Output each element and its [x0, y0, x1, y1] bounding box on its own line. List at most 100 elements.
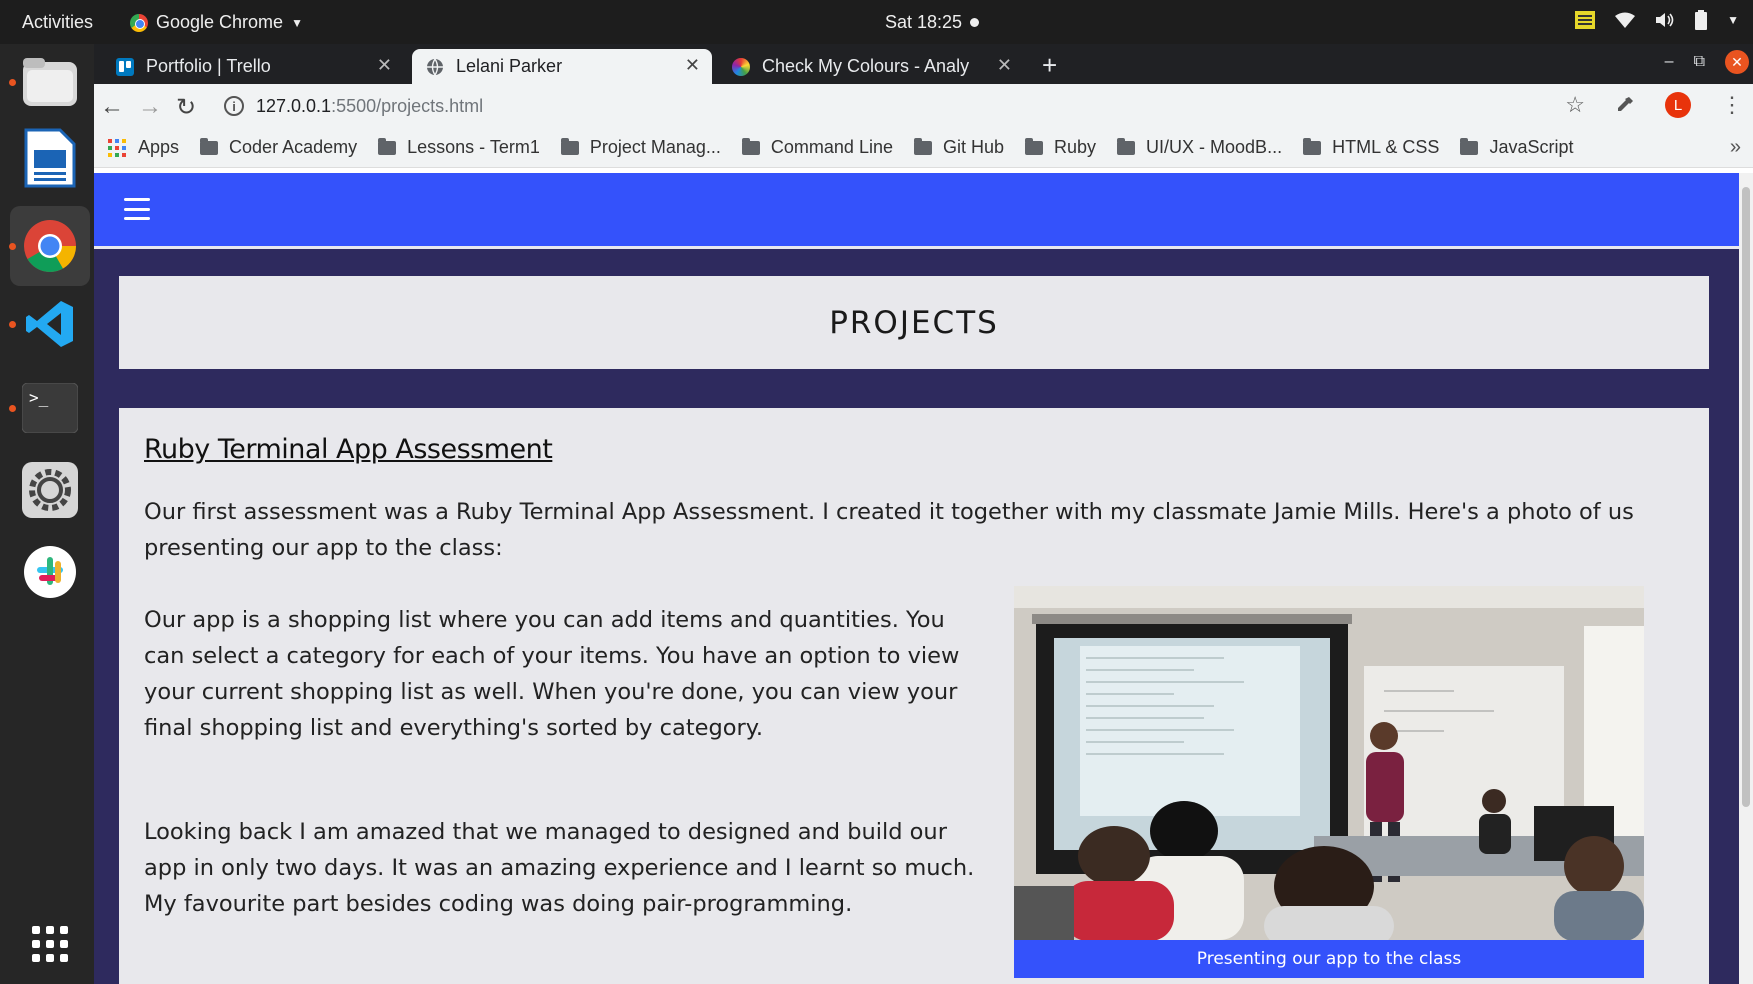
- tab-title: Portfolio | Trello: [146, 56, 271, 76]
- system-tray[interactable]: ▼: [1575, 10, 1739, 30]
- clock-label: Sat 18:25: [885, 12, 963, 32]
- bookmark-folder[interactable]: UI/UX - MoodB...: [1117, 137, 1282, 158]
- site-info-icon[interactable]: i: [224, 96, 244, 116]
- bookmark-label: Ruby: [1054, 137, 1097, 157]
- back-arrow-icon[interactable]: ←: [100, 93, 124, 121]
- close-tab-icon[interactable]: ✕: [685, 55, 700, 76]
- clock[interactable]: Sat 18:25: [885, 12, 980, 33]
- libreoffice-writer-icon: [24, 128, 76, 188]
- volume-icon[interactable]: [1655, 11, 1675, 29]
- eyedropper-extension-icon[interactable]: [1615, 95, 1635, 115]
- globe-icon: [427, 58, 443, 75]
- folder-icon: [200, 137, 219, 155]
- terminal-icon: >_: [22, 383, 78, 433]
- tab-strip: Portfolio | Trello ✕ Lelani Parker ✕ Che…: [94, 44, 1753, 84]
- forward-arrow-icon[interactable]: →: [138, 93, 162, 121]
- bookmark-folder[interactable]: Ruby: [1025, 137, 1096, 158]
- profile-avatar[interactable]: L: [1665, 92, 1691, 118]
- dock-terminal[interactable]: >_: [20, 378, 80, 438]
- address-bar[interactable]: i 127.0.0.1:5500/projects.html: [224, 90, 1619, 122]
- bookmark-folder[interactable]: Project Manag...: [560, 137, 721, 158]
- project-reflection: Looking back I am amazed that we managed…: [144, 819, 975, 917]
- bookmark-folder[interactable]: Command Line: [741, 137, 893, 158]
- tab-title: Lelani Parker: [456, 56, 563, 76]
- minimize-icon[interactable]: –: [1665, 53, 1674, 71]
- scrollbar-thumb[interactable]: [1742, 187, 1750, 807]
- folder-icon: [913, 137, 932, 155]
- bookmark-folder[interactable]: HTML & CSS: [1303, 137, 1439, 158]
- tab-lelani-parker[interactable]: Lelani Parker ✕: [412, 49, 712, 84]
- hamburger-menu-icon[interactable]: [124, 198, 150, 220]
- dock-chrome[interactable]: [20, 216, 80, 276]
- reload-icon[interactable]: ↻: [176, 93, 196, 122]
- system-menu-chevron-icon[interactable]: ▼: [1727, 13, 1739, 27]
- svg-text:>_: >_: [29, 388, 49, 407]
- chrome-menu-icon[interactable]: ⋮: [1721, 92, 1743, 118]
- show-applications-button[interactable]: [20, 914, 80, 974]
- more-bookmarks-icon[interactable]: »: [1730, 136, 1741, 159]
- close-tab-icon[interactable]: ✕: [377, 55, 392, 76]
- page-scrollbar[interactable]: [1739, 173, 1753, 984]
- restore-icon[interactable]: ⧉: [1694, 53, 1705, 71]
- files-icon: [23, 58, 77, 106]
- project-description: Our app is a shopping list where you can…: [144, 607, 960, 741]
- apps-grid-icon: [108, 138, 126, 157]
- dock-writer[interactable]: [20, 128, 80, 188]
- activities-button[interactable]: Activities: [22, 12, 93, 33]
- files-running-indicator: [9, 79, 16, 86]
- bookmark-folder[interactable]: Git Hub: [913, 137, 1004, 158]
- tab-trello[interactable]: Portfolio | Trello ✕: [102, 49, 404, 84]
- bookmark-label: UI/UX - MoodB...: [1146, 137, 1283, 157]
- tab-title: Check My Colours - Analy: [762, 56, 970, 76]
- new-tab-button[interactable]: +: [1042, 50, 1057, 81]
- photo-caption: Presenting our app to the class: [1014, 940, 1644, 978]
- folder-icon: [378, 137, 397, 155]
- bookmark-star-icon[interactable]: ☆: [1565, 92, 1585, 118]
- close-tab-icon[interactable]: ✕: [997, 55, 1012, 76]
- dock-files[interactable]: [20, 52, 80, 112]
- project-card: Ruby Terminal App Assessment Our first a…: [119, 408, 1709, 984]
- folder-icon: [1460, 137, 1479, 155]
- window-close-button[interactable]: ✕: [1725, 50, 1749, 74]
- bookmark-label: HTML & CSS: [1332, 137, 1440, 157]
- trello-icon: [116, 57, 134, 76]
- bookmark-label: Command Line: [770, 137, 893, 157]
- toolbar-right: ☆ L ⋮: [1565, 92, 1743, 118]
- colour-wheel-icon: [732, 57, 750, 76]
- wifi-icon[interactable]: [1615, 12, 1636, 28]
- bookmark-folder[interactable]: Coder Academy: [200, 137, 357, 158]
- dock: >_: [0, 44, 94, 984]
- bookmark-apps[interactable]: Apps: [108, 137, 179, 158]
- url-host: 127.0.0.1: [256, 95, 332, 116]
- vscode-running-indicator: [9, 321, 16, 328]
- dock-settings[interactable]: [20, 460, 80, 520]
- tab-check-my-colours[interactable]: Check My Colours - Analy ✕: [718, 49, 1024, 84]
- chevron-down-icon: ▼: [291, 15, 303, 30]
- notes-icon[interactable]: [1575, 11, 1596, 29]
- notification-dot-icon: [970, 18, 980, 27]
- dock-slack[interactable]: [20, 542, 80, 602]
- folder-icon: [1025, 137, 1043, 155]
- bookmark-folder[interactable]: JavaScript: [1460, 137, 1573, 158]
- folder-icon: [1117, 137, 1136, 155]
- folder-icon: [1303, 137, 1322, 155]
- chrome-running-indicator: [9, 243, 16, 250]
- bookmark-label: Project Manag...: [589, 137, 721, 157]
- bookmarks-bar: Apps Coder Academy Lessons - Term1 Proje…: [94, 128, 1753, 168]
- project-title: Ruby Terminal App Assessment: [144, 434, 553, 465]
- bookmark-label: Lessons - Term1: [407, 137, 540, 157]
- battery-icon[interactable]: [1695, 10, 1708, 30]
- bookmark-folder[interactable]: Lessons - Term1: [378, 137, 540, 158]
- classroom-presentation-photo: [1014, 586, 1644, 940]
- window-controls: – ⧉ ✕: [1665, 50, 1753, 74]
- folder-icon: [560, 137, 579, 155]
- app-menu-label: Google Chrome: [156, 12, 284, 32]
- chrome-icon: [130, 13, 148, 32]
- dock-vscode[interactable]: [20, 294, 80, 354]
- url-path: :5500/projects.html: [331, 95, 484, 116]
- project-figure: Presenting our app to the class: [1014, 586, 1644, 978]
- chrome-window: Portfolio | Trello ✕ Lelani Parker ✕ Che…: [94, 44, 1753, 984]
- folder-icon: [741, 137, 760, 155]
- app-menu[interactable]: Google Chrome ▼: [130, 12, 303, 33]
- site-navbar: [94, 173, 1739, 249]
